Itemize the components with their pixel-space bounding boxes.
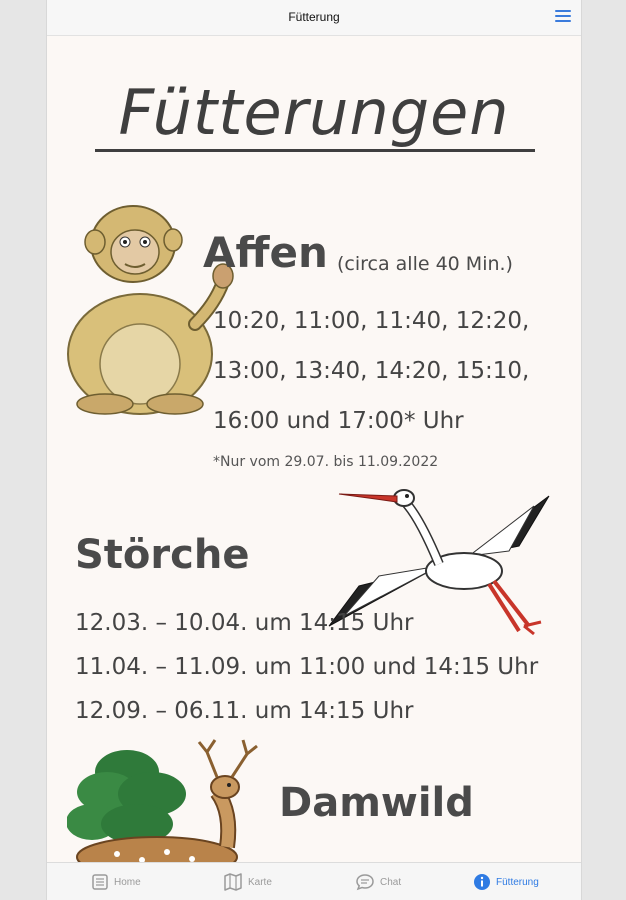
affen-times-line-2: 13:00, 13:40, 14:20, 15:10, [213,358,530,384]
tab-home[interactable]: Home [91,863,141,900]
tab-karte-label: Karte [248,876,272,888]
nav-title: Fütterung [288,10,340,24]
feeding-page[interactable]: Fütterungen Affen (circa alle 40 Min.) 1… [47,36,581,862]
affen-times-line-1: 10:20, 11:00, 11:40, 12:20, [213,308,530,334]
navigation-bar: Fütterung [47,0,581,36]
app-window: Fütterung Fütterungen Affen (circa alle … [46,0,582,900]
damwild-heading: Damwild [279,780,474,826]
deer-illustration [67,739,258,862]
page-headline: Fütterungen [118,76,510,149]
tab-chat[interactable]: Chat [355,863,401,900]
stoerche-heading: Störche [75,532,250,578]
tab-home-label: Home [114,876,141,888]
tab-chat-label: Chat [380,876,402,888]
map-icon [224,873,242,891]
headline-underline [95,149,535,152]
stoerche-times-line-1: 12.03. – 10.04. um 14:15 Uhr [75,610,414,636]
tab-karte[interactable]: Karte [223,863,272,900]
hamburger-menu-icon[interactable] [555,10,571,24]
affen-heading: Affen [203,228,328,277]
affen-footnote: *Nur vom 29.07. bis 11.09.2022 [213,454,439,470]
tab-fuetterung-label: Fütterung [496,876,539,888]
stoerche-times-line-3: 12.09. – 06.11. um 14:15 Uhr [75,698,414,724]
chat-bubble-icon [356,874,374,891]
tab-bar: Home Karte Chat Fütterung [47,862,581,900]
book-icon [92,874,108,890]
affen-times-line-3: 16:00 und 17:00* Uhr [213,408,464,434]
info-icon [474,874,490,890]
affen-interval-note: (circa alle 40 Min.) [337,253,513,275]
stoerche-times-line-2: 11.04. – 11.09. um 11:00 und 14:15 Uhr [75,654,539,680]
tab-fuetterung[interactable]: Fütterung [473,863,539,900]
